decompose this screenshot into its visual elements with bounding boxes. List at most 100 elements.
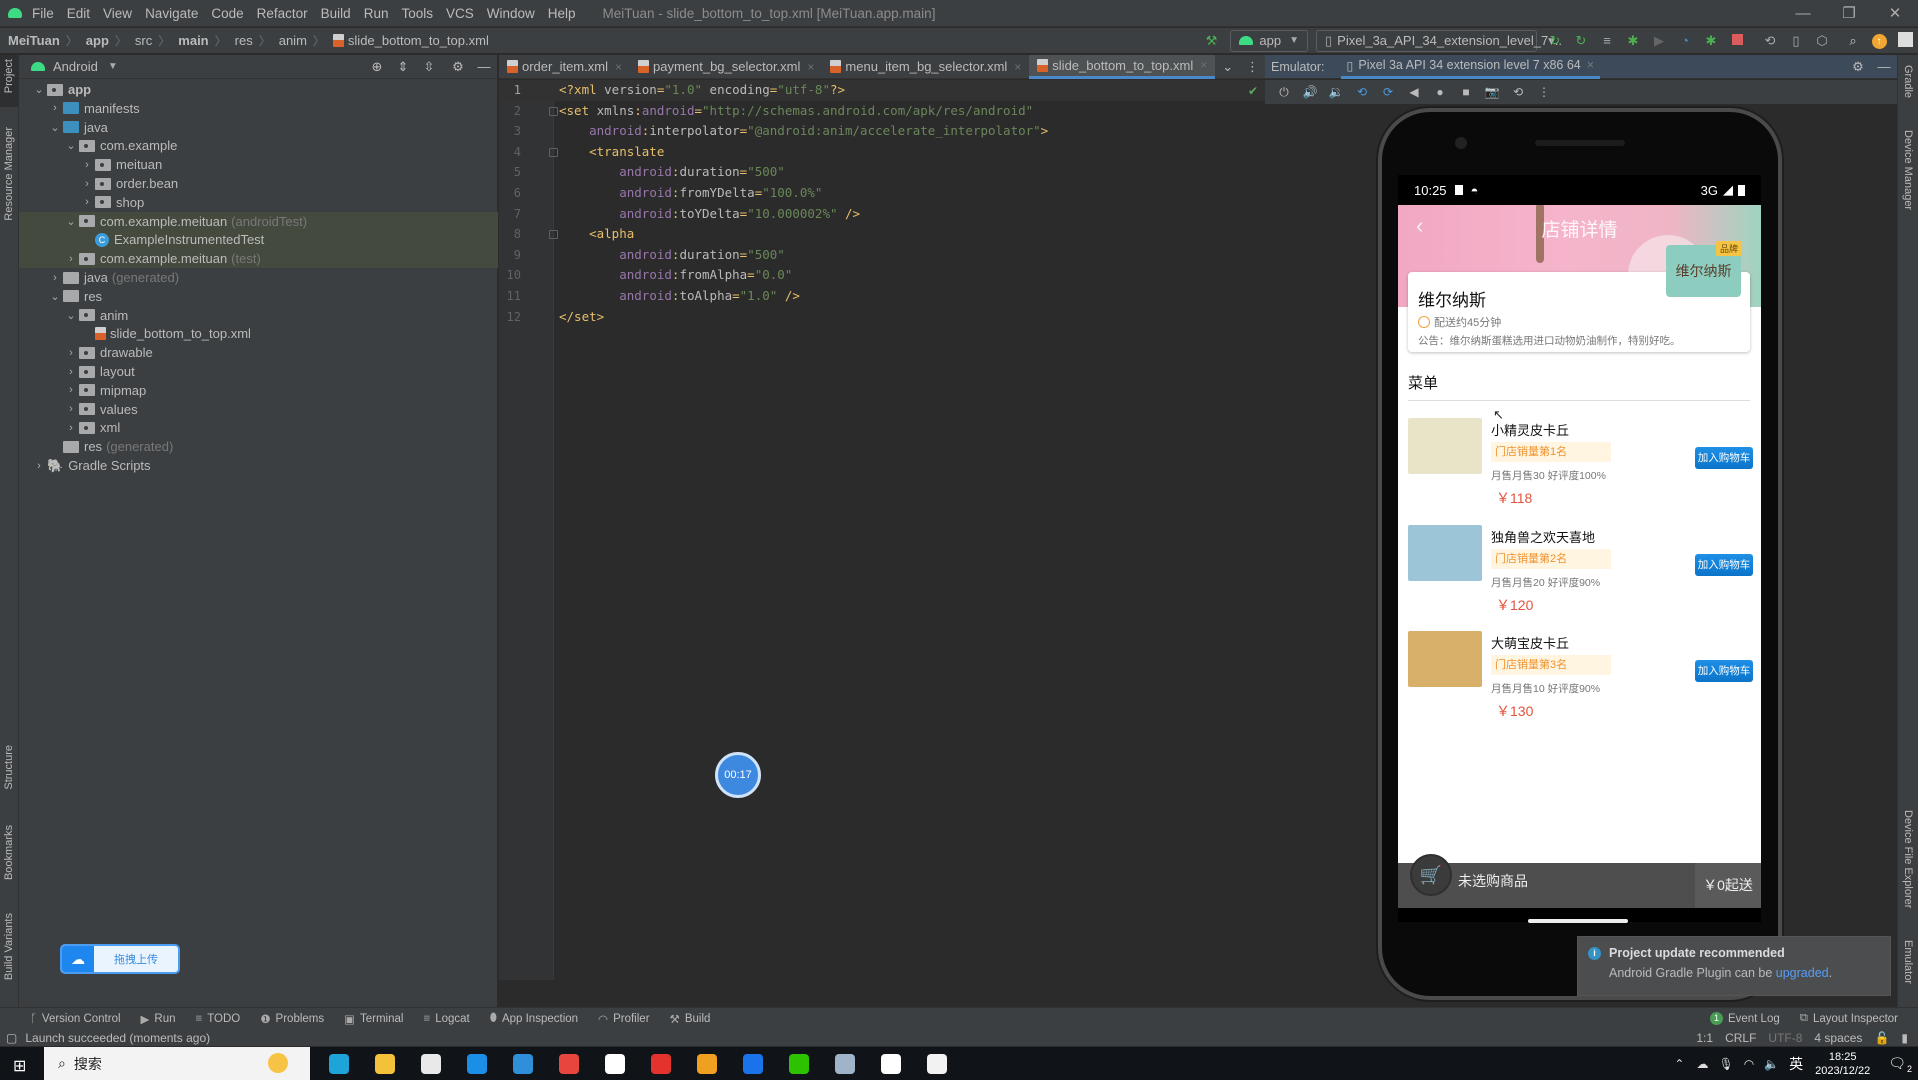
snapshot-icon[interactable]: ⟲ [1510,85,1526,99]
tree-item[interactable]: › xml [19,418,498,437]
add-to-cart-button[interactable]: 加入购物车 [1695,553,1753,576]
code-line[interactable]: 1 <?xml version="1.0" encoding="utf-8"?> [499,80,1265,101]
tool-window-todo[interactable]: ≡ TODO [196,1012,241,1026]
build-variants-tool-button[interactable]: Build Variants [3,913,15,980]
menu-run[interactable]: Run [364,6,389,21]
tray-overflow-icon[interactable]: ⌃ [1674,1057,1684,1071]
line-separator[interactable]: CRLF [1725,1031,1756,1045]
chevron-down-icon[interactable]: ⌄ [31,83,47,96]
code-line[interactable]: 2 <set xmlns:android="http://schemas.andr… [499,101,1265,122]
chevron-down-icon[interactable]: ⌄ [63,139,79,152]
editor-tab[interactable]: payment_bg_selector.xml × [630,55,822,79]
device-select[interactable]: ▯ Pixel_3a_API_34_extension_level_7▾.. [1316,29,1562,52]
onedrive-icon[interactable]: ☁ [1696,1057,1708,1071]
menu-tools[interactable]: Tools [401,6,433,21]
menu-window[interactable]: Window [487,6,535,21]
editor-tab[interactable]: order_item.xml × [499,55,630,79]
structure-tool-button[interactable]: Structure [3,745,15,790]
tree-item[interactable]: slide_bottom_to_top.xml [19,324,498,343]
attach-debugger-icon[interactable]: ▶ [1651,33,1667,49]
close-tab-icon[interactable]: × [807,60,814,74]
sync-gradle-icon[interactable]: ⟲ [1762,33,1778,49]
volume-icon[interactable]: 🔈 [1764,1057,1779,1071]
breadcrumb-res[interactable]: res [235,33,253,48]
action-center-icon[interactable]: 🗨 2 [1888,1055,1912,1074]
gesture-home-bar[interactable] [1528,919,1628,923]
add-to-cart-button[interactable]: 加入购物车 [1695,447,1753,469]
code-line[interactable]: 5 android:duration="500" [499,162,1265,183]
tree-item[interactable]: ⌄ anim [19,306,498,325]
chevron-down-icon[interactable]: ⌄ [63,309,79,322]
chevron-right-icon[interactable]: › [79,196,95,208]
tree-item[interactable]: › values [19,400,498,419]
files-icon[interactable] [500,1047,546,1080]
device-file-explorer-tool-button[interactable]: Device File Explorer [1902,810,1914,908]
update-icon[interactable]: ↑ [1871,32,1887,49]
run-config-select[interactable]: app ▼ [1230,29,1308,52]
upgrade-link[interactable]: upgraded [1776,966,1829,980]
tool-window-problems[interactable]: ❶ Problems [260,1012,324,1026]
security-icon[interactable] [684,1047,730,1080]
menu-view[interactable]: View [103,6,132,21]
chevron-down-icon[interactable]: ▼ [108,61,118,72]
tree-item[interactable]: C ExampleInstrumentedTest [19,230,498,250]
chevron-right-icon[interactable]: › [63,384,79,396]
lock-icon[interactable]: 🔓 [1874,1031,1889,1045]
netease-music-icon[interactable] [638,1047,684,1080]
tree-item[interactable]: ⌄ app [19,80,498,99]
clock[interactable]: 18:25 2023/12/22 [1815,1050,1870,1078]
cart-icon[interactable]: 🛒 [1410,854,1452,896]
word-icon[interactable] [592,1047,638,1080]
menu-navigate[interactable]: Navigate [145,6,198,21]
tree-item[interactable]: res (generated) [19,437,498,456]
phone-link-icon[interactable] [730,1047,776,1080]
close-tab-icon[interactable]: × [1200,58,1207,72]
debug-icon[interactable]: ✱ [1625,33,1641,49]
more-icon[interactable]: ⋮ [1536,85,1552,99]
tree-item[interactable]: ⌄ java [19,118,498,137]
code-line[interactable]: 10 android:fromAlpha="0.0" [499,265,1265,286]
menu-vcs[interactable]: VCS [446,6,474,21]
hide-icon[interactable]: — [476,59,492,74]
editor-tab[interactable]: menu_item_bg_selector.xml × [822,55,1029,79]
code-line[interactable]: 6 android:fromYDelta="100.0%" [499,183,1265,204]
layout-inspector-button[interactable]: ⧉ Layout Inspector [1800,1012,1898,1025]
microphone-icon[interactable]: 🎙 [1718,1057,1733,1071]
menu-refactor[interactable]: Refactor [257,6,308,21]
fold-marker-icon[interactable] [549,106,558,116]
breadcrumb-anim[interactable]: anim [279,33,307,48]
code-line[interactable]: 7 android:toYDelta="10.000002%" /> [499,204,1265,225]
chevron-right-icon[interactable]: › [63,347,79,359]
restore-button[interactable]: ❐ [1826,4,1872,22]
code-lines[interactable]: 1 <?xml version="1.0" encoding="utf-8"?> 2… [499,80,1265,340]
tree-item[interactable]: › order.bean [19,174,498,193]
chevron-right-icon[interactable]: › [79,178,95,190]
project-view-select[interactable]: Android [53,59,98,74]
add-to-cart-button[interactable]: 加入购物车 [1695,660,1753,682]
avatar[interactable] [1897,31,1913,50]
tool-window-build[interactable]: ⚒ Build [670,1012,711,1026]
device-manager-icon[interactable]: ▯ [1788,33,1804,49]
screenshot-icon[interactable]: 📷 [1484,85,1500,99]
menu-help[interactable]: Help [548,6,576,21]
apply-changes-icon[interactable]: ↻ [1573,33,1589,49]
rerun-icon[interactable]: ↻ [1547,33,1563,49]
tree-item[interactable]: › drawable [19,343,498,362]
emulator-device-tab[interactable]: ▯ Pixel 3a API 34 extension level 7 x86 … [1340,55,1601,79]
event-log-button[interactable]: 1 Event Log [1709,1012,1780,1025]
java-icon[interactable] [914,1047,960,1080]
mail-icon[interactable] [454,1047,500,1080]
tool-window-terminal[interactable]: ▣ Terminal [344,1012,403,1026]
back-icon[interactable]: ◀ [1406,85,1422,99]
chevron-right-icon[interactable]: › [63,253,79,265]
tool-window-logcat[interactable]: ≡ Logcat [423,1012,469,1026]
tree-item[interactable]: › 🐘 Gradle Scripts [19,456,498,475]
drag-upload-widget[interactable]: ☁ 拖拽上传 [60,944,180,974]
rotate-right-icon[interactable]: ⟳ [1380,85,1396,99]
resource-manager-tool-button[interactable]: Resource Manager [3,127,15,221]
close-tab-icon[interactable]: × [1587,58,1594,72]
indent-setting[interactable]: 4 spaces [1814,1031,1862,1045]
more-tabs-icon[interactable]: ⋮ [1245,59,1260,75]
code-line[interactable]: 3 android:interpolator="@android:anim/ac… [499,121,1265,142]
chevron-right-icon[interactable]: › [63,422,79,434]
